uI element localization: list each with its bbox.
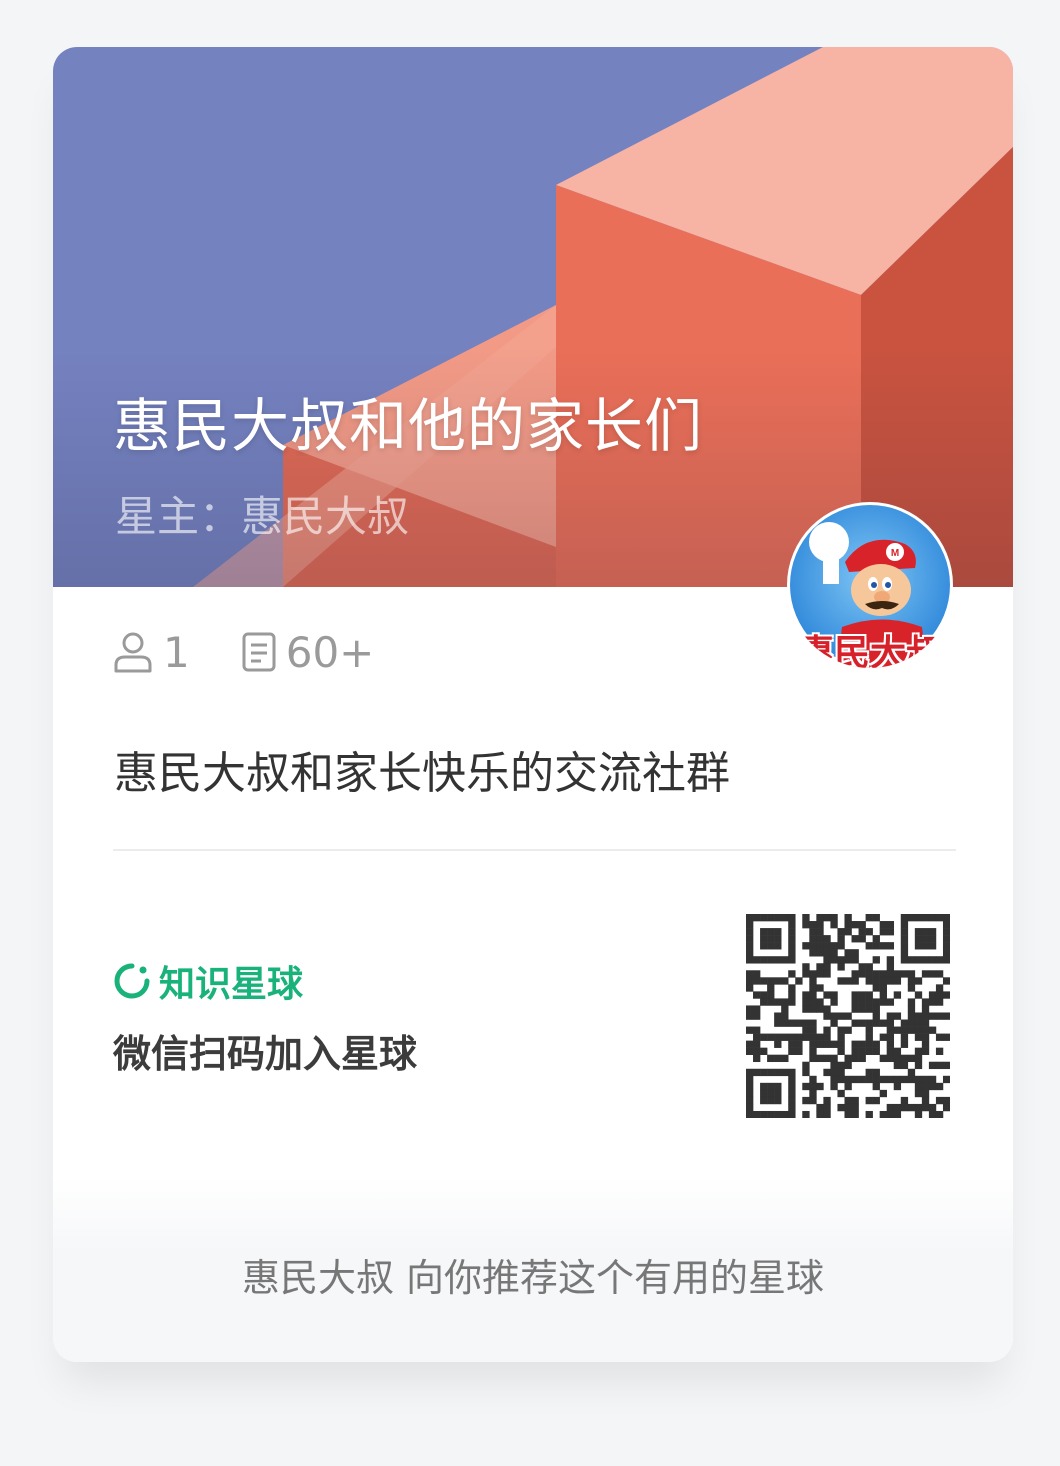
planet-share-card: 惠民大叔和他的家长们 星主：惠民大叔 M 惠民大叔 1 60+ 惠民大叔和家长快…	[53, 47, 1013, 1362]
svg-text:M: M	[891, 548, 899, 559]
planet-owner: 星主：惠民大叔	[115, 492, 410, 541]
posts-stat: 60+	[242, 627, 375, 677]
posts-count: 60+	[285, 627, 375, 677]
brand-name: 知识星球	[159, 964, 304, 1005]
scan-instruction: 微信扫码加入星球	[113, 1032, 418, 1076]
document-icon	[242, 632, 276, 672]
brand-logo: 知识星球	[113, 955, 303, 1007]
planet-description: 惠民大叔和家长快乐的交流社群	[114, 748, 730, 799]
stats-row: 1 60+	[113, 627, 426, 677]
planet-title: 惠民大叔和他的家长们	[113, 392, 704, 460]
owner-avatar[interactable]: M 惠民大叔	[787, 502, 953, 668]
avatar-caption: 惠民大叔	[797, 633, 942, 668]
divider	[113, 849, 956, 851]
person-icon	[114, 632, 152, 673]
qr-code[interactable]	[746, 914, 950, 1118]
members-stat: 1	[113, 628, 190, 677]
footer-recommendation: 惠民大叔 向你推荐这个有用的星球	[241, 1256, 825, 1300]
members-count: 1	[163, 627, 190, 677]
planet-logo-icon	[114, 963, 150, 999]
